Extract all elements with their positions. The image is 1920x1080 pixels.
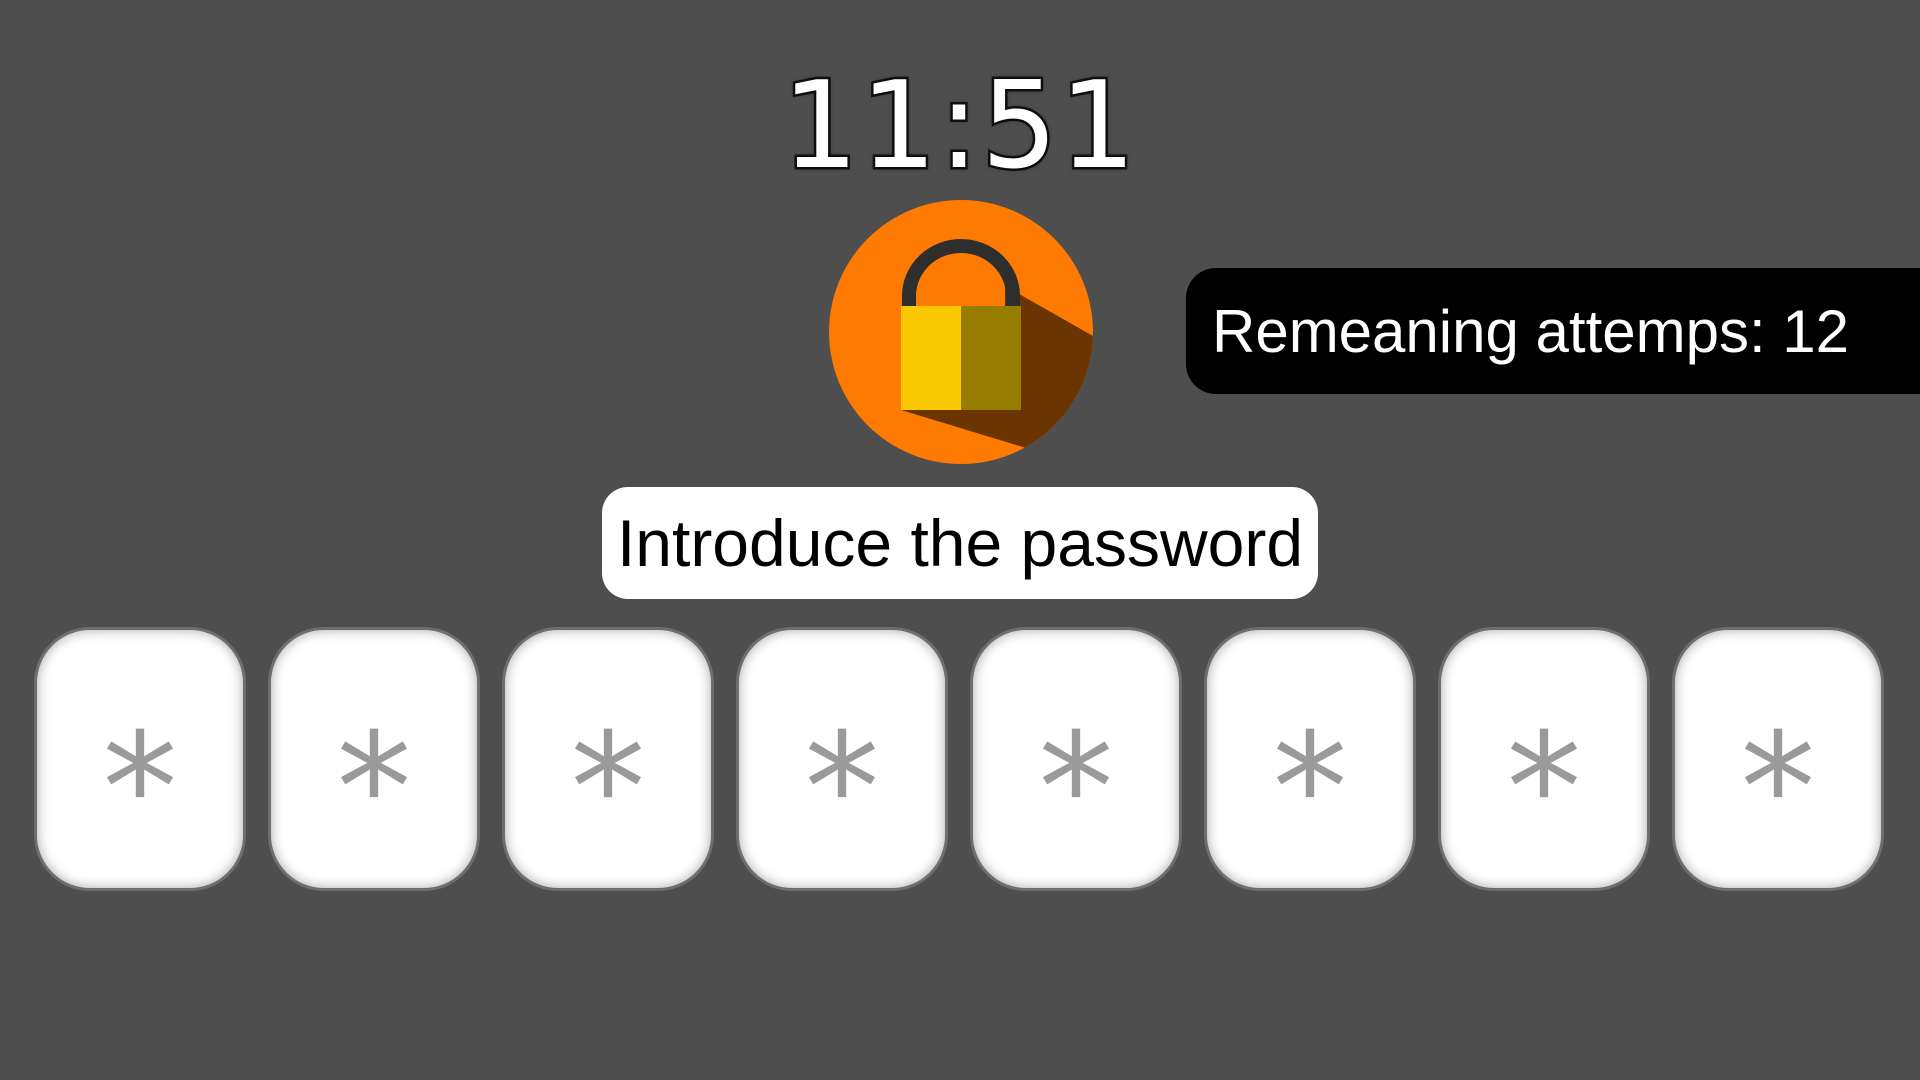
- password-prompt-label: Introduce the password: [616, 506, 1304, 580]
- lock-body-left: [901, 306, 961, 410]
- password-slot-7[interactable]: *: [1438, 627, 1650, 891]
- password-slot-char: *: [1740, 702, 1816, 876]
- password-slot-char: *: [336, 702, 412, 876]
- password-input[interactable]: * * * * * * * *: [34, 627, 1890, 891]
- remaining-attempts-label: Remeaning attemps: 12: [1212, 297, 1850, 365]
- password-slot-char: *: [102, 702, 178, 876]
- password-slot-5[interactable]: *: [970, 627, 1182, 891]
- password-slot-4[interactable]: *: [736, 627, 948, 891]
- padlock-icon: [829, 200, 1093, 464]
- password-slot-char: *: [1038, 702, 1114, 876]
- password-slot-char: *: [1272, 702, 1348, 876]
- password-slot-2[interactable]: *: [268, 627, 480, 891]
- password-slot-char: *: [1506, 702, 1582, 876]
- password-slot-6[interactable]: *: [1204, 627, 1416, 891]
- lock-screen: 11:51 Remeaning attemps: 12 Introduce th…: [0, 0, 1920, 1080]
- password-slot-char: *: [570, 702, 646, 876]
- password-slot-3[interactable]: *: [502, 627, 714, 891]
- password-slot-1[interactable]: *: [34, 627, 246, 891]
- clock: 11:51: [780, 57, 1139, 196]
- lock-body-right: [961, 306, 1021, 410]
- password-prompt: Introduce the password: [602, 487, 1318, 599]
- password-slot-char: *: [804, 702, 880, 876]
- remaining-attempts-badge: Remeaning attemps: 12: [1186, 268, 1920, 394]
- password-slot-8[interactable]: *: [1672, 627, 1884, 891]
